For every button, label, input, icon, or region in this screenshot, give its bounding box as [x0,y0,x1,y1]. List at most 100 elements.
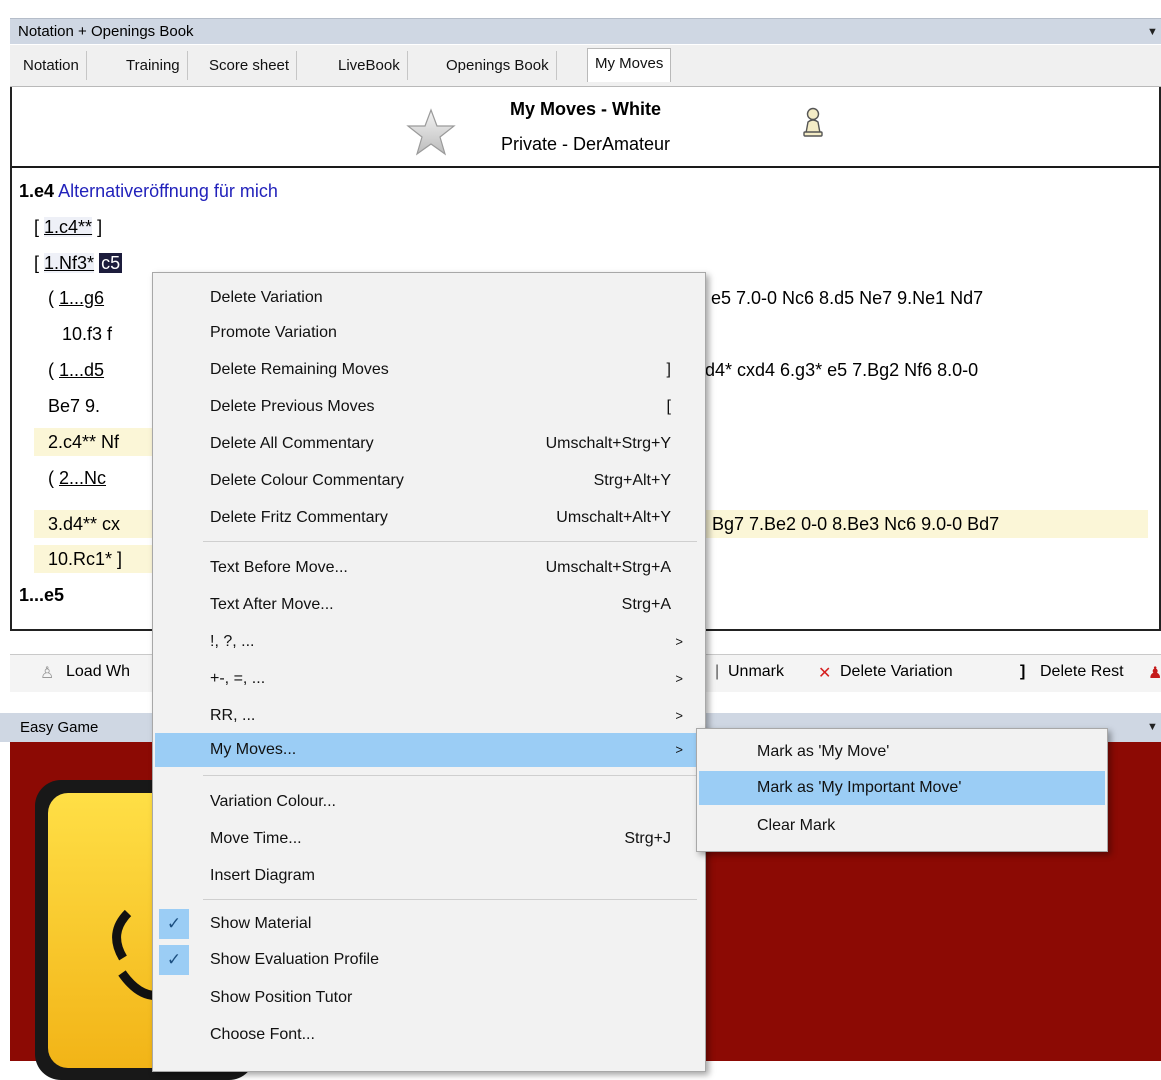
menu-show-material[interactable]: ✓ Show Material [155,907,703,941]
bracket: ] [97,217,103,237]
menu-separator [203,541,697,542]
menu-evaluation-symbols[interactable]: +-, =, ... > [155,662,703,696]
my-moves-submenu: Mark as 'My Move' Mark as 'My Important … [696,728,1108,852]
notation-line-7[interactable]: Be7 9. [48,392,100,420]
submenu-mark-important-move[interactable]: Mark as 'My Important Move' [699,771,1105,805]
menu-other-symbols[interactable]: RR, ... > [155,699,703,733]
tab-openings-book[interactable]: Openings Book [439,51,557,80]
toolbar-divider: | [715,663,720,680]
book-title: My Moves - White [509,99,661,119]
menu-label: Insert Diagram [210,867,315,884]
move[interactable]: 1...g6 [59,288,104,308]
shortcut: ] [666,361,671,378]
selected-move[interactable]: c5 [99,253,123,273]
notation-line-5[interactable]: 10.f3 f [62,320,112,348]
move[interactable]: 1...d5 [59,360,104,380]
menu-choose-font[interactable]: Choose Font... [155,1018,703,1052]
menu-label: Show Evaluation Profile [210,951,379,968]
menu-label: Show Material [210,915,312,932]
bracket: [ [34,217,40,237]
delete-variation-button[interactable]: Delete Variation [840,663,953,681]
unmark-button[interactable]: Unmark [728,663,784,681]
notation-line-4-end[interactable]: e5 7.0-0 Nc6 8.d5 Ne7 9.Ne1 Nd7 [711,284,983,312]
tab-training[interactable]: Training [119,51,188,80]
menu-move-time[interactable]: Move Time... Strg+J [155,822,703,856]
submenu-mark-my-move[interactable]: Mark as 'My Move' [699,735,1105,769]
red-pawn-icon[interactable]: ♟ [1148,663,1161,683]
menu-my-moves[interactable]: My Moves... > [155,733,703,767]
menu-delete-colour-commentary[interactable]: Delete Colour Commentary Strg+Alt+Y [155,464,703,498]
pane-title-bar: Notation + Openings Book ▼ [10,18,1161,44]
submenu-arrow-icon: > [675,708,683,723]
delete-rest-icon: ] [1020,663,1026,680]
submenu-clear-mark[interactable]: Clear Mark [699,809,1105,843]
menu-show-evaluation-profile[interactable]: ✓ Show Evaluation Profile [155,943,703,977]
menu-variation-colour[interactable]: Variation Colour... [155,785,703,819]
shortcut: Strg+J [624,830,671,847]
notation-line-8[interactable]: 2.c4** Nf [34,428,164,456]
notation-line-9[interactable]: ( 2...Nc [48,464,106,492]
notation-line-6-end[interactable]: d4* cxd4 6.g3* e5 7.Bg2 Nf6 8.0-0 [705,356,978,384]
checkmark-icon: ✓ [159,945,189,975]
menu-label: Delete Previous Moves [210,398,375,415]
menu-separator [203,775,697,776]
menu-text-after-move[interactable]: Text After Move... Strg+A [155,588,703,622]
easy-game-title: Easy Game [20,719,99,736]
menu-delete-previous-moves[interactable]: Delete Previous Moves [ [155,390,703,424]
menu-label: +-, =, ... [210,670,266,687]
tab-my-moves[interactable]: My Moves [587,48,672,82]
menu-annotation-symbols[interactable]: !, ?, ... > [155,625,703,659]
menu-show-position-tutor[interactable]: Show Position Tutor [155,981,703,1015]
delete-rest-button[interactable]: Delete Rest [1040,663,1124,681]
move[interactable]: 1.c4** [44,217,93,237]
shortcut: Strg+A [621,596,671,613]
move[interactable]: 1.e4 [19,181,54,201]
pane-menu-arrow-icon[interactable]: ▼ [1147,19,1161,45]
easy-game-menu-arrow-icon[interactable]: ▼ [1147,713,1161,742]
menu-label: Delete Colour Commentary [210,472,404,489]
tab-bar: Notation Training Score sheet LiveBook O… [10,45,1161,87]
notation-line-2[interactable]: [ 1.c4** ] [34,213,102,241]
menu-label: Move Time... [210,830,302,847]
menu-label: Delete Fritz Commentary [210,509,388,526]
checkmark-icon: ✓ [159,909,189,939]
paren: ( [48,360,59,380]
shortcut: Umschalt+Strg+A [545,559,671,576]
menu-text-before-move[interactable]: Text Before Move... Umschalt+Strg+A [155,551,703,585]
menu-delete-remaining-moves[interactable]: Delete Remaining Moves] [155,353,703,387]
notation-line-10-end[interactable]: Bg7 7.Be2 0-0 8.Be3 Nc6 9.0-0 Bd7 [706,510,1148,538]
shortcut: Umschalt+Alt+Y [556,509,671,526]
notation-line-12[interactable]: 1...e5 [19,581,64,609]
shortcut: [ [666,398,671,415]
book-header: My Moves - White Private - DerAmateur [12,89,1159,168]
book-subtitle: Private - DerAmateur [500,134,671,154]
notation-line-6[interactable]: ( 1...d5 [48,356,104,384]
tab-notation[interactable]: Notation [16,51,87,80]
menu-label: Show Position Tutor [210,989,353,1006]
notation-line-4[interactable]: ( 1...g6 [48,284,104,312]
submenu-arrow-icon: > [675,742,683,757]
notation-line-11[interactable]: 10.Rc1* ] [34,545,164,573]
menu-label: Text Before Move... [210,559,348,576]
bracket: [ [34,253,40,273]
move[interactable]: 1.Nf3* [44,253,95,273]
menu-delete-variation[interactable]: Delete Variation [155,281,703,315]
menu-delete-fritz-commentary[interactable]: Delete Fritz Commentary Umschalt+Alt+Y [155,501,703,535]
menu-label: Delete All Commentary [210,435,374,452]
tab-score-sheet[interactable]: Score sheet [202,51,298,80]
menu-label: !, ?, ... [210,633,255,650]
paren: ( [48,288,59,308]
pane-title: Notation + Openings Book [18,23,194,40]
menu-label: Delete Remaining Moves [210,361,389,378]
notation-line-1[interactable]: 1.e4 Alternativeröffnung für mich [19,177,278,205]
move[interactable]: 2...Nc [59,468,106,488]
menu-promote-variation[interactable]: Promote Variation [155,316,703,350]
menu-separator [203,899,697,900]
tab-livebook[interactable]: LiveBook [331,51,408,80]
menu-insert-diagram[interactable]: Insert Diagram [155,859,703,893]
notation-line-10[interactable]: 3.d4** cx [34,510,164,538]
menu-delete-all-commentary[interactable]: Delete All Commentary Umschalt+Strg+Y [155,427,703,461]
notation-line-3[interactable]: [ 1.Nf3* c5 [34,249,123,277]
load-button[interactable]: Load Wh [66,663,130,681]
move-comment: Alternativeröffnung für mich [58,181,278,201]
